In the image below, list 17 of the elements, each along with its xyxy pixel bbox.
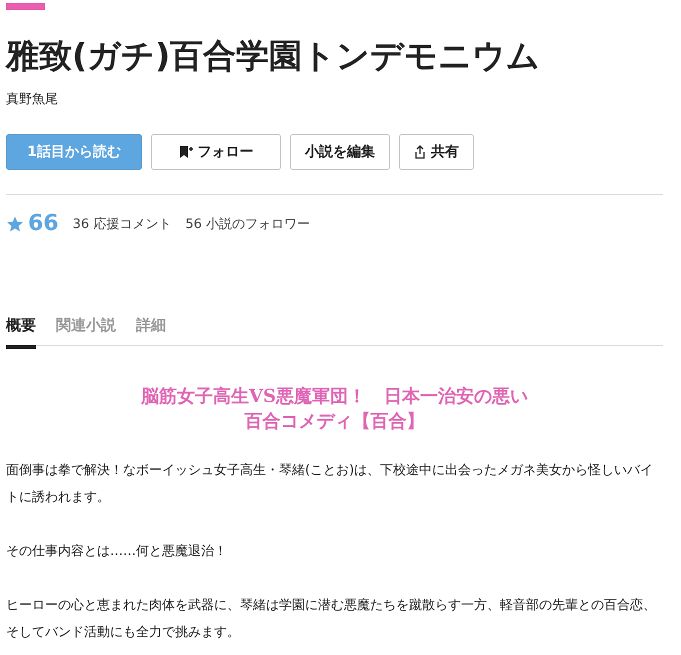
- star-icon: [6, 214, 24, 232]
- comment-count: 36 応援コメント: [72, 216, 172, 232]
- author-name[interactable]: 真野魚尾: [6, 90, 58, 108]
- catchphrase: 脳筋女子高生VS悪魔軍団！ 日本一治安の悪い 百合コメディ【百合】: [140, 385, 529, 434]
- synopsis-paragraph: その仕事内容とは……何と悪魔退治！: [6, 543, 228, 561]
- share-icon: [414, 145, 426, 159]
- accent-bar: [6, 3, 45, 10]
- follower-count: 56 小説のフォロワー: [185, 216, 310, 232]
- novel-title: 雅致(ガチ)百合学園トンデモニウム: [6, 35, 542, 77]
- edit-button[interactable]: 小説を編集: [290, 134, 390, 170]
- share-button[interactable]: 共有: [399, 134, 474, 170]
- star-count: 66: [28, 211, 59, 236]
- synopsis-paragraph: 面倒事は拳で解決！なボーイッシュ女子高生・琴緒(ことお)は、下校途中に出会ったメガネ美女から怪しいバイトに誘われます。: [6, 462, 654, 507]
- bookmark-plus-icon: [178, 145, 192, 159]
- synopsis-paragraph: ヒーローの心と恵まれた肉体を武器に、琴緒は学園に潜む悪魔たちを蹴散らす一方、軽音部の先輩との百合恋、そしてバンド活動にも全力で挑みます。: [6, 597, 657, 642]
- tab[interactable]: 概要: [6, 316, 36, 349]
- follow-button[interactable]: フォロー: [151, 134, 281, 170]
